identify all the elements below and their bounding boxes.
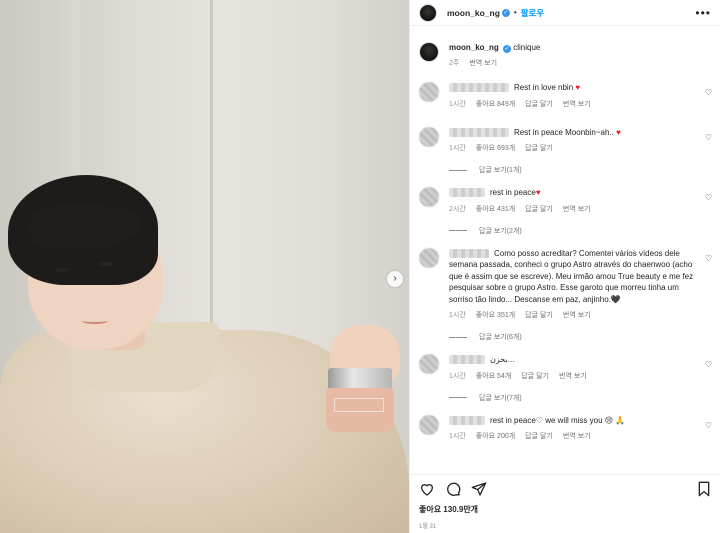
like-comment-icon[interactable]: ♡	[705, 254, 712, 263]
translate-button[interactable]: 번역 보기	[563, 310, 591, 320]
comment-avatar[interactable]	[419, 414, 439, 435]
comment-likes[interactable]: 좋아요 54개	[476, 371, 512, 381]
reply-button[interactable]: 답글 달기	[525, 99, 553, 109]
view-replies[interactable]: 답글 보기(7개)	[449, 393, 720, 403]
comment: Rest in peace Moonbin~ah.. ♥ 1시간 좋아요 693개…	[410, 126, 720, 154]
comment-likes[interactable]: 좋아요 351개	[476, 310, 515, 320]
replies-line	[449, 230, 467, 231]
translate-button[interactable]: 번역 보기	[563, 431, 591, 441]
comment-text: rest in peace♡ we will miss you	[490, 415, 603, 425]
caption-time[interactable]: 2주	[449, 58, 459, 68]
view-replies-label[interactable]: 답글 보기(2개)	[479, 226, 522, 236]
post-image[interactable]: ›	[0, 0, 409, 533]
reply-button[interactable]: 답글 달기	[525, 204, 553, 214]
view-replies[interactable]: 답글 보기(1개)	[449, 165, 720, 175]
left-eye	[55, 268, 69, 272]
translate-button[interactable]: 번역 보기	[563, 204, 591, 214]
mouth	[82, 318, 108, 324]
black-heart-emoji: 🖤	[610, 294, 621, 304]
comment-time[interactable]: 1시간	[449, 143, 466, 153]
comment-avatar[interactable]	[419, 126, 439, 147]
comment: بحزن... 1시간 좋아요 54개 답글 달기 번역 보기 ♡	[410, 354, 720, 381]
comment: rest in peace♡ we will miss you 😢 🙏 1시간 좋…	[410, 414, 720, 442]
jar-label	[334, 398, 384, 412]
verified-icon: ✓	[503, 45, 512, 53]
heart-emoji: ♥	[616, 127, 621, 137]
comment-text: Rest in love nbin	[514, 83, 574, 92]
carousel-next-button[interactable]: ›	[387, 271, 403, 287]
reply-button[interactable]: 답글 달기	[525, 310, 553, 320]
comment-text: rest in peace	[490, 188, 536, 197]
comment-time[interactable]: 1시간	[449, 310, 466, 320]
like-comment-icon[interactable]: ♡	[705, 193, 712, 202]
view-replies-label[interactable]: 답글 보기(1개)	[479, 165, 522, 175]
blurred-username[interactable]	[449, 355, 485, 365]
heart-emoji: ♥	[535, 188, 541, 197]
blurred-username[interactable]	[449, 188, 485, 198]
comment-avatar[interactable]	[419, 247, 439, 268]
comment-likes[interactable]: 좋아요 200개	[476, 431, 515, 441]
like-comment-icon[interactable]: ♡	[705, 421, 712, 430]
separator-dot: •	[513, 8, 517, 17]
right-eye	[98, 262, 112, 266]
translate-button[interactable]: 번역 보기	[563, 99, 591, 109]
comment-text: Rest in peace Moonbin~ah..	[514, 127, 614, 137]
comment-time[interactable]: 1시간	[449, 99, 466, 109]
comment-likes[interactable]: 좋아요 693개	[476, 143, 515, 153]
post-sidebar: moon_ko_ng ✓ • 팔로우 ••• moon_ko_ng ✓ clin…	[409, 0, 720, 533]
comments-feed[interactable]: moon_ko_ng ✓ clinique 2주 번역 보기 Rest in l…	[410, 32, 720, 469]
bookmark-icon[interactable]	[697, 481, 711, 497]
comment-text: بحزن...	[490, 355, 515, 364]
replies-line	[449, 169, 467, 171]
reply-button[interactable]: 답글 달기	[521, 371, 549, 381]
post-actions: 좋아요 130.9만개 1월 31	[410, 474, 720, 533]
caption-translate[interactable]: 번역 보기	[469, 58, 497, 68]
emoji: 😢 🙏	[604, 415, 626, 425]
more-options-icon[interactable]: •••	[695, 6, 711, 20]
caption-text: clinique	[513, 43, 541, 52]
comment: Rest in love nbin ♥ 1시간 좋아요 849개 답글 달기 번역 보…	[410, 82, 720, 109]
view-replies[interactable]: 답글 보기(2개)	[449, 226, 720, 236]
like-comment-icon[interactable]: ♡	[705, 88, 712, 97]
heart-emoji: ♥	[575, 83, 581, 92]
view-replies-label[interactable]: 답글 보기(6개)	[479, 332, 522, 342]
comment-time[interactable]: 2시간	[449, 204, 466, 214]
comment-avatar[interactable]	[419, 354, 439, 374]
comment-likes[interactable]: 좋아요 849개	[476, 99, 515, 109]
comment-time[interactable]: 1시간	[449, 371, 466, 381]
comment-time[interactable]: 1시간	[449, 431, 466, 441]
replies-line	[449, 397, 467, 398]
comment: Como posso acreditar? Comentei vários ví…	[410, 247, 720, 321]
view-replies[interactable]: 답글 보기(6개)	[449, 332, 720, 342]
share-icon[interactable]	[471, 481, 487, 497]
caption-username[interactable]: moon_ko_ng	[449, 43, 499, 52]
like-comment-icon[interactable]: ♡	[705, 133, 712, 142]
header-username[interactable]: moon_ko_ng	[447, 8, 500, 18]
jar-lid	[328, 368, 392, 390]
comment-icon[interactable]	[445, 481, 461, 497]
blurred-username[interactable]	[449, 415, 485, 425]
view-replies-label[interactable]: 답글 보기(7개)	[479, 393, 522, 403]
replies-line	[449, 336, 467, 338]
verified-icon: ✓	[501, 8, 510, 17]
avatar[interactable]	[419, 3, 437, 22]
comment: rest in peace♥ 2시간 좋아요 431개 답글 달기 번역 보기 ♡	[410, 187, 720, 214]
caption-avatar[interactable]	[419, 42, 439, 62]
blurred-username[interactable]	[449, 127, 509, 137]
reply-button[interactable]: 답글 달기	[525, 143, 553, 153]
comment-likes[interactable]: 좋아요 431개	[476, 204, 515, 214]
comment-avatar[interactable]	[419, 82, 439, 102]
likes-count[interactable]: 좋아요 130.9만개	[419, 504, 711, 515]
blurred-username[interactable]	[449, 248, 489, 258]
follow-button[interactable]: 팔로우	[521, 7, 544, 19]
blurred-username[interactable]	[449, 83, 509, 93]
heart-icon[interactable]	[419, 481, 435, 497]
post-header: moon_ko_ng ✓ • 팔로우 •••	[410, 0, 720, 26]
post-date[interactable]: 1월 31	[419, 521, 711, 530]
like-comment-icon[interactable]: ♡	[705, 360, 712, 369]
caption: moon_ko_ng ✓ clinique 2주 번역 보기	[410, 32, 720, 68]
comment-avatar[interactable]	[419, 187, 439, 207]
translate-button[interactable]: 번역 보기	[559, 371, 587, 381]
reply-button[interactable]: 답글 달기	[525, 431, 553, 441]
